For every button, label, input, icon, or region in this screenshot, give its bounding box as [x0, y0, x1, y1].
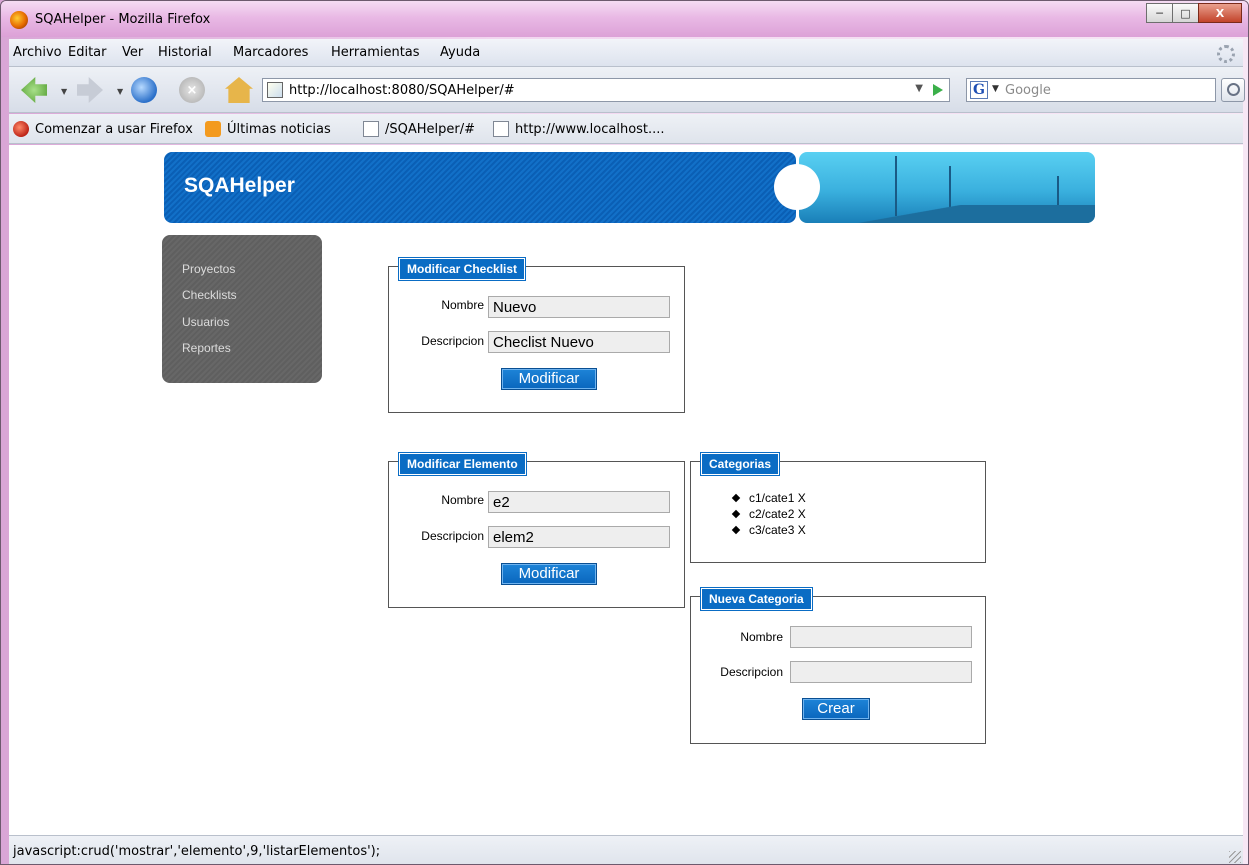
forward-history-dropdown-icon[interactable]: ▼ [117, 87, 123, 96]
firefox-icon [10, 11, 28, 29]
header-photo [799, 152, 1095, 223]
nueva-nombre-label: Nombre [740, 630, 783, 644]
categorias-panel: Categorias c1/cate1 X c2/cate2 X c3/cate… [690, 452, 986, 563]
app-brand: SQAHelper [184, 174, 295, 197]
bullet-icon [731, 525, 741, 535]
categoria-item[interactable]: c1/cate1 X [731, 490, 806, 506]
checklist-nombre-input[interactable]: Nuevo [488, 296, 670, 318]
maximize-button[interactable]: □ [1172, 3, 1199, 23]
search-icon[interactable] [1221, 78, 1245, 102]
bookmark-label: /SQAHelper/# [385, 121, 476, 137]
checklist-descripcion-input[interactable]: Checlist Nuevo [488, 331, 670, 353]
nueva-descripcion-label: Descripcion [720, 665, 783, 679]
sidebar-item-usuarios[interactable]: Usuarios [182, 315, 229, 329]
status-text: javascript:crud('mostrar','elemento',9,'… [13, 844, 381, 859]
elemento-nombre-input[interactable]: e2 [488, 491, 670, 513]
elemento-modificar-button[interactable]: Modificar [501, 563, 597, 585]
menu-editar[interactable]: Editar [68, 45, 107, 60]
elemento-descripcion-input[interactable]: elem2 [488, 526, 670, 548]
categorias-list: c1/cate1 X c2/cate2 X c3/cate3 X [731, 490, 806, 538]
menu-marcadores[interactable]: Marcadores [233, 45, 308, 60]
sidebar-item-reportes[interactable]: Reportes [182, 341, 231, 355]
firefox-bookmark-icon [13, 121, 29, 137]
menu-ver[interactable]: Ver [122, 45, 143, 60]
checklist-form: Modificar Checklist Nombre Nuevo Descrip… [388, 257, 685, 413]
photo-road [799, 205, 1095, 223]
back-arrow-icon[interactable] [21, 77, 47, 103]
page-icon [363, 121, 379, 137]
url-dropdown-icon[interactable]: ▼ [915, 83, 923, 94]
categoria-label[interactable]: c2/cate2 X [749, 507, 806, 521]
categorias-legend: Categorias [699, 452, 781, 476]
bullet-icon [731, 493, 741, 503]
url-text[interactable]: http://localhost:8080/SQAHelper/# [289, 83, 515, 98]
status-bar: javascript:crud('mostrar','elemento',9,'… [9, 835, 1243, 864]
checklist-nombre-label: Nombre [441, 298, 484, 312]
minimize-button[interactable]: ─ [1146, 3, 1173, 23]
bookmark-label: Comenzar a usar Firefox [35, 121, 193, 137]
nueva-nombre-input[interactable] [790, 626, 972, 648]
bullet-icon [731, 509, 741, 519]
site-icon [267, 82, 283, 98]
page-content: SQAHelper Proyectos Checklists Usuarios … [9, 145, 1243, 835]
stop-icon[interactable]: × [179, 77, 205, 103]
navigation-toolbar: ▼ ▼ × http://localhost:8080/SQAHelper/# … [9, 67, 1245, 113]
nueva-categoria-form: Nueva Categoria Nombre Descripcion Crear [690, 587, 986, 744]
resize-grip-icon[interactable] [1229, 851, 1241, 863]
home-icon[interactable] [225, 77, 253, 103]
menu-bar: Archivo Editar Ver Historial Marcadores … [9, 39, 1243, 67]
bookmark-label: http://www.localhost.... [515, 121, 665, 137]
bookmark-firefox[interactable]: Comenzar a usar Firefox [13, 121, 193, 137]
forward-arrow-icon[interactable] [77, 77, 103, 103]
sidebar-item-checklists[interactable]: Checklists [182, 288, 237, 302]
title-bar: SQAHelper - Mozilla Firefox ─ □ X [1, 1, 1248, 37]
categoria-item[interactable]: c3/cate3 X [731, 522, 806, 538]
bookmark-news[interactable]: Últimas noticias [205, 121, 331, 137]
window-controls: ─ □ X [1146, 3, 1242, 23]
search-engine-dropdown-icon[interactable]: ▼ [992, 84, 999, 94]
elemento-form: Modificar Elemento Nombre e2 Descripcion… [388, 452, 685, 608]
nueva-descripcion-input[interactable] [790, 661, 972, 683]
google-engine-icon[interactable]: G [970, 81, 988, 99]
throbber-icon [1217, 45, 1235, 63]
menu-ayuda[interactable]: Ayuda [440, 45, 480, 60]
checklist-descripcion-label: Descripcion [421, 334, 484, 348]
go-icon[interactable] [933, 84, 943, 96]
nueva-categoria-legend: Nueva Categoria [700, 587, 813, 611]
sidebar-menu: Proyectos Checklists Usuarios Reportes [162, 235, 322, 383]
elemento-nombre-label: Nombre [441, 493, 484, 507]
window-title: SQAHelper - Mozilla Firefox [35, 12, 211, 27]
categoria-label[interactable]: c1/cate1 X [749, 491, 806, 505]
bookmark-sqahelper[interactable]: /SQAHelper/# [363, 121, 475, 137]
search-placeholder[interactable]: Google [1005, 83, 1051, 98]
menu-historial[interactable]: Historial [158, 45, 212, 60]
bookmark-localhost[interactable]: http://www.localhost.... [493, 121, 665, 137]
search-bar[interactable]: G ▼ Google [966, 78, 1216, 102]
checklist-form-legend: Modificar Checklist [397, 257, 527, 281]
browser-window: SQAHelper - Mozilla Firefox ─ □ X Archiv… [0, 0, 1249, 865]
categoria-item[interactable]: c2/cate2 X [731, 506, 806, 522]
checklist-modificar-button[interactable]: Modificar [501, 368, 597, 390]
rss-icon [205, 121, 221, 137]
close-button[interactable]: X [1198, 3, 1242, 23]
bookmark-label: Últimas noticias [227, 121, 331, 137]
bookmarks-toolbar: Comenzar a usar Firefox Últimas noticias… [9, 114, 1243, 144]
categoria-label[interactable]: c3/cate3 X [749, 523, 806, 537]
banner-circle [774, 164, 820, 210]
reload-icon[interactable] [131, 77, 157, 103]
back-history-dropdown-icon[interactable]: ▼ [61, 87, 67, 96]
elemento-descripcion-label: Descripcion [421, 529, 484, 543]
page-icon [493, 121, 509, 137]
elemento-form-legend: Modificar Elemento [398, 452, 527, 476]
url-bar[interactable]: http://localhost:8080/SQAHelper/# ▼ [262, 78, 950, 102]
menu-archivo[interactable]: Archivo [13, 45, 62, 60]
header-banner: SQAHelper [164, 152, 796, 223]
menu-herramientas[interactable]: Herramientas [331, 45, 420, 60]
crear-button[interactable]: Crear [802, 698, 870, 720]
sidebar-item-proyectos[interactable]: Proyectos [182, 262, 235, 276]
